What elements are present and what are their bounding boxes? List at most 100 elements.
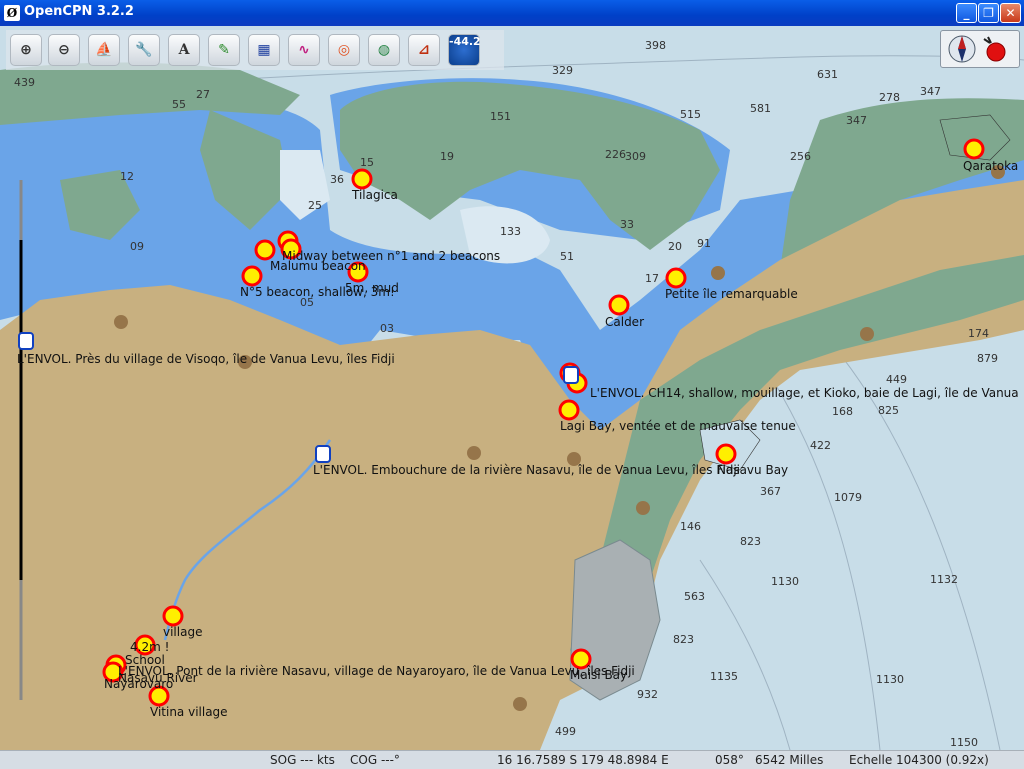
- depth-label: 151: [490, 110, 511, 123]
- main-toolbar: ⊕ ⊖ ⛵ 🔧 A ✎ ▦ ∿ ◎ ◍ ⊿ -44.2: [6, 30, 504, 70]
- status-bar: SOG --- kts COG ---° 16 16.7589 S 179 48…: [0, 750, 1024, 769]
- depth-label: 25: [308, 199, 322, 212]
- depth-label: 515: [680, 108, 701, 121]
- depth-label: 51: [560, 250, 574, 263]
- place-label: Vitina village: [150, 705, 228, 719]
- bearing-readout: 058°: [715, 753, 744, 767]
- place-label: 4.2m !: [130, 640, 169, 654]
- depth-label: 1132: [930, 573, 958, 586]
- depth-label: 825: [878, 404, 899, 417]
- depth-label: 823: [673, 633, 694, 646]
- lifebuoy-button[interactable]: ◎: [328, 34, 360, 66]
- place-label: Petite île remarquable: [665, 287, 798, 301]
- own-ship-button[interactable]: ⛵: [88, 34, 120, 66]
- chart-tool-button[interactable]: ▦: [248, 34, 280, 66]
- depth-label: 36: [330, 173, 344, 186]
- waypoint-mark: [241, 265, 263, 287]
- place-label: Maisi Bay: [570, 668, 627, 682]
- zoom-in-button[interactable]: ⊕: [10, 34, 42, 66]
- place-label: L'ENVOL. Près du village de Visoqo, île …: [17, 352, 395, 366]
- ais-button[interactable]: ◍: [368, 34, 400, 66]
- depth-label: 367: [760, 485, 781, 498]
- place-label: Lagi Bay, ventée et de mauvaise tenue: [560, 419, 796, 433]
- place-label: Tilagica: [351, 188, 398, 202]
- window-title: OpenCPN 3.2.2: [24, 4, 134, 19]
- depth-label: 55: [172, 98, 186, 111]
- chart-scale: Echelle 104300 (0.92x): [849, 753, 989, 767]
- depth-label: 1135: [710, 670, 738, 683]
- depth-label: 278: [879, 91, 900, 104]
- gps-status-icon: [983, 36, 1006, 62]
- tide-button[interactable]: ⊿: [408, 34, 440, 66]
- place-label: 5m, mud: [345, 281, 399, 295]
- waypoint-mark: [665, 267, 687, 289]
- depth-label: 581: [750, 102, 771, 115]
- text-button[interactable]: A: [168, 34, 200, 66]
- waypoint-mark: [558, 399, 580, 421]
- zoom-out-button[interactable]: ⊖: [48, 34, 80, 66]
- cursor-position: 16 16.7589 S 179 48.8984 E: [497, 753, 669, 767]
- depth-label: 347: [920, 85, 941, 98]
- track-button[interactable]: ∿: [288, 34, 320, 66]
- depth-label: 439: [14, 76, 35, 89]
- place-label: L'ENVOL. Embouchure de la rivière Nasavu…: [313, 463, 740, 477]
- waypoint-mark: [351, 168, 373, 190]
- depth-label: 226: [605, 148, 626, 161]
- depth-label: 1150: [950, 736, 978, 749]
- compass-icon: [948, 35, 976, 63]
- depth-label: 422: [810, 439, 831, 452]
- depth-label: 1079: [834, 491, 862, 504]
- route-button[interactable]: ✎: [208, 34, 240, 66]
- distance-readout: 6542 Milles: [755, 753, 824, 767]
- chart-canvas[interactable]: 439 398 329 631 581 515 309 256 347 278 …: [0, 26, 1024, 750]
- place-label: Malumu beacon: [270, 259, 366, 273]
- waypoint-mark: [963, 138, 985, 160]
- close-button[interactable]: ✕: [1000, 3, 1021, 23]
- compass-widget[interactable]: [940, 30, 1020, 68]
- depth-label: 823: [740, 535, 761, 548]
- depth-label: 879: [977, 352, 998, 365]
- depth-label: 146: [680, 520, 701, 533]
- depth-label: 256: [790, 150, 811, 163]
- depth-label: 27: [196, 88, 210, 101]
- cog-readout: COG ---°: [350, 753, 400, 767]
- depth-label: 347: [846, 114, 867, 127]
- settings-button[interactable]: 🔧: [128, 34, 160, 66]
- place-label: village: [163, 625, 202, 639]
- depth-label: 449: [886, 373, 907, 386]
- place-label: L'ENVOL. CH14, shallow, mouillage, et Ki…: [590, 386, 1019, 400]
- depth-label: 309: [625, 150, 646, 163]
- waypoint-mark: [715, 443, 737, 465]
- depth-label: 133: [500, 225, 521, 238]
- sog-readout: SOG --- kts: [270, 753, 335, 767]
- minimize-button[interactable]: _: [956, 3, 977, 23]
- restore-button[interactable]: ❐: [978, 3, 999, 23]
- depth-display[interactable]: -44.2: [448, 34, 481, 66]
- depth-label: 1130: [771, 575, 799, 588]
- depth-label: 12: [120, 170, 134, 183]
- depth-label: 174: [968, 327, 989, 340]
- place-label: Nasavu Bay: [717, 463, 788, 477]
- depth-label: 168: [832, 405, 853, 418]
- place-label: Qaratoka: [963, 159, 1018, 173]
- depth-label: 15: [360, 156, 374, 169]
- title-bar: Ø OpenCPN 3.2.2 _ ❐ ✕: [0, 0, 1024, 26]
- waypoint-mark: [608, 294, 630, 316]
- place-label: Calder: [605, 315, 644, 329]
- waypoint-mark: [162, 605, 184, 627]
- depth-label: 932: [637, 688, 658, 701]
- depth-label: 20: [668, 240, 682, 253]
- depth-label: 329: [552, 64, 573, 77]
- depth-label: 03: [380, 322, 394, 335]
- depth-label: 563: [684, 590, 705, 603]
- depth-label: 1130: [876, 673, 904, 686]
- depth-label: 499: [555, 725, 576, 738]
- depth-label: 631: [817, 68, 838, 81]
- depth-label: 09: [130, 240, 144, 253]
- depth-label: 33: [620, 218, 634, 231]
- depth-label: 91: [697, 237, 711, 250]
- depth-label: 17: [645, 272, 659, 285]
- depth-label: 19: [440, 150, 454, 163]
- app-icon: Ø: [4, 5, 20, 21]
- place-label: L'ENVOL. Pont de la rivière Nasavu, vill…: [118, 664, 635, 678]
